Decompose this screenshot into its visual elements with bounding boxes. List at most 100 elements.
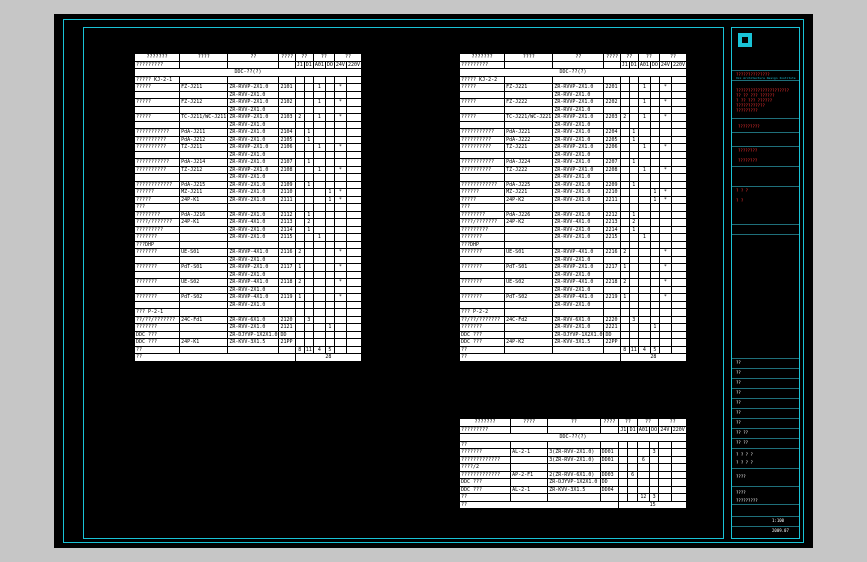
table-cell	[333, 225, 347, 234]
table-cell	[658, 105, 672, 114]
table-cell	[294, 165, 305, 174]
table-subheader-cell	[603, 60, 621, 69]
table-cell: ????????????	[458, 180, 506, 189]
table-cell	[345, 315, 363, 324]
table-header-row: ???????????????????????	[458, 418, 687, 427]
table-cell: *	[333, 293, 347, 302]
table-cell	[504, 203, 554, 212]
left-io-table: ???????????????????????????????? J1 D1 A01 D…	[133, 53, 363, 362]
table-cell	[333, 180, 347, 189]
table-cell	[670, 98, 688, 107]
table-cell: *	[658, 143, 672, 152]
table-cell	[179, 173, 229, 182]
table-cell	[294, 240, 305, 249]
table-cell	[658, 240, 672, 249]
table-cell	[345, 195, 363, 204]
drawing-no-label: ????????	[738, 158, 758, 163]
table-cell	[227, 240, 280, 249]
table-subheader-cell: D1	[303, 60, 314, 69]
table-cell	[303, 263, 314, 272]
table-cell	[345, 180, 363, 189]
table-row: ????????? ZR-RVV-2X1.0 2114 1	[133, 225, 363, 234]
table-cell	[658, 225, 672, 234]
table-cell	[458, 120, 506, 129]
table-row: ??????? ZR-RVV-2X1.0 2221 1	[458, 323, 688, 332]
table-cell: ZR-RVVP-4X1.0	[552, 248, 605, 257]
table-subheader-cell: ?????????	[133, 60, 181, 69]
table-cell	[628, 263, 639, 272]
table-cell: PdT-S01	[179, 263, 229, 272]
table-cell	[303, 150, 314, 159]
table-cell: 1	[312, 98, 326, 107]
table-cell	[504, 255, 554, 264]
table-cell: 2101	[278, 83, 296, 92]
table-cell	[345, 143, 363, 152]
table-cell	[324, 128, 335, 137]
table-cell	[637, 255, 651, 264]
table-cell: 2117	[278, 263, 296, 272]
project-label: ?????????	[738, 124, 760, 129]
table-cell	[504, 105, 554, 114]
table-cell	[504, 300, 554, 309]
table-cell: 3	[648, 493, 660, 502]
table-header-cell: ????	[278, 53, 296, 62]
table-cell	[294, 105, 305, 114]
table-cell	[345, 113, 363, 122]
table-cell: DD03	[599, 470, 620, 479]
table-cell	[324, 105, 335, 114]
table-footer-row: ?? 28	[459, 353, 688, 362]
table-cell: ZR-RVVP-2X1.0	[227, 98, 280, 107]
table-cell	[324, 83, 335, 92]
table-cell	[324, 158, 335, 167]
table-cell	[303, 195, 314, 204]
table-cell	[312, 180, 326, 189]
table-cell: ZR-DJYVP-1X2X1.0	[552, 330, 605, 339]
table-cell: 2113	[278, 218, 296, 227]
table-cell	[670, 455, 688, 464]
table-cell: ????????????	[133, 180, 181, 189]
table-cell: 1	[628, 158, 639, 167]
table-cell: PdA-J221	[504, 128, 554, 137]
table-cell	[648, 470, 660, 479]
table-cell	[303, 173, 314, 182]
table-cell	[345, 285, 363, 294]
table-cell	[670, 165, 688, 174]
table-cell	[619, 255, 630, 264]
table-cell: DD01	[599, 448, 620, 457]
table-cell	[294, 210, 305, 219]
table-cell: ZR-RVV-2X1.0	[227, 270, 280, 279]
table-row: ZR-RVV-2X1.0	[133, 255, 363, 264]
table-cell: ZR-RVV-6X1.0	[227, 315, 280, 324]
table-row: ???????? PdA-J226 ZR-RVV-2X1.0 2212 1	[458, 210, 688, 219]
table-cell	[637, 105, 651, 114]
table-cell	[658, 203, 672, 212]
table-cell: PdA-J211	[179, 128, 229, 137]
table-subheader-cell: 220V	[345, 60, 363, 69]
table-cell: 2202	[603, 98, 621, 107]
table-cell: PdA-J214	[179, 158, 229, 167]
table-cell: 1	[303, 225, 314, 234]
table-cell	[333, 218, 347, 227]
table-cell	[324, 233, 335, 242]
table-cell: PdA-J216	[179, 210, 229, 219]
table-cell	[627, 455, 638, 464]
table-cell: ZR-RVV-2X1.0	[227, 128, 280, 137]
table-cell	[333, 323, 347, 332]
table-cell	[618, 440, 629, 449]
table-cell: FZ-J221	[504, 83, 554, 92]
table-cell	[333, 173, 347, 182]
table-cell	[628, 143, 639, 152]
table-cell	[294, 180, 305, 189]
tb-row-4: ??	[736, 390, 741, 395]
table-cell: 2214	[603, 225, 621, 234]
table-cell	[333, 128, 347, 137]
table-cell	[658, 90, 672, 99]
tb-bottom-2: ????	[736, 490, 746, 495]
table-cell: 6	[627, 470, 638, 479]
table-cell: 3	[648, 448, 660, 457]
table-cell	[628, 255, 639, 264]
table-cell	[345, 158, 363, 167]
table-cell	[658, 180, 672, 189]
table-cell	[658, 338, 672, 347]
table-cell	[345, 150, 363, 159]
